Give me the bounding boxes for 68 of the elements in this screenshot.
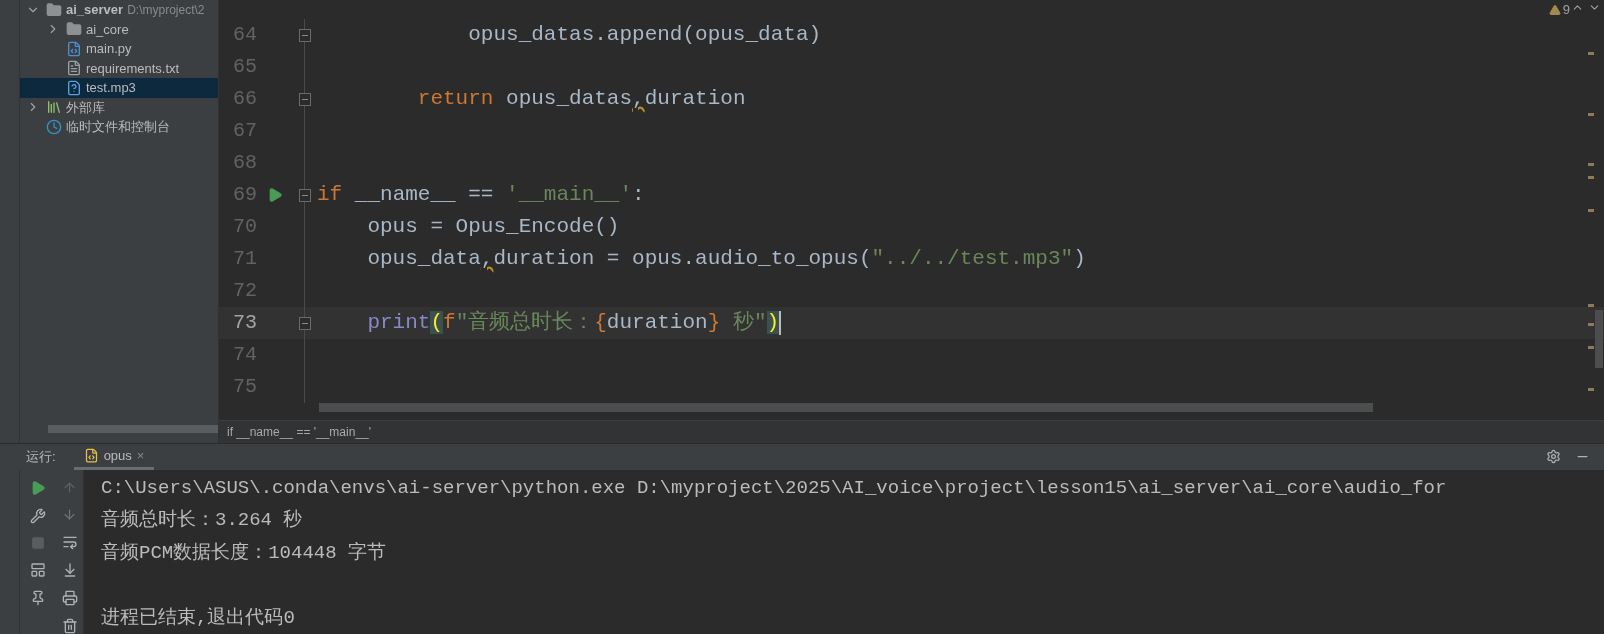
line-number: 66 [232, 86, 257, 112]
line-number: 74 [232, 342, 257, 368]
fold-icon[interactable] [299, 316, 311, 330]
fold-icon[interactable] [299, 92, 311, 106]
line-number: 65 [232, 54, 257, 80]
code-line: if __name__ == '__main__': [317, 182, 645, 209]
tree-item[interactable]: test.mp3 [20, 78, 218, 98]
line-number: 69 [232, 182, 257, 208]
console-line: C:\Users\ASUS\.conda\envs\ai-server\python.exe D:\myproject\2025\AI_voice\project\lesson15\ai_server\ai_core\audio_for [101, 475, 1448, 501]
python-file-icon [66, 40, 82, 57]
fold-icon[interactable] [299, 188, 311, 202]
code-line: opus_datas.append(opus_data) [467, 22, 822, 49]
line-number: 72 [232, 278, 257, 304]
run-icon[interactable] [267, 187, 283, 203]
code-line: opus_data,duration = opus.audio_to_opus("../../test.mp3") [366, 246, 1086, 273]
tree-item[interactable]: requirements.txt [20, 58, 218, 78]
line-number: 71 [232, 246, 257, 272]
console-line: 进程已结束,退出代码0 [101, 605, 296, 631]
settings-icon[interactable] [1546, 449, 1561, 465]
line-number: 67 [232, 118, 257, 144]
clock-icon [46, 118, 62, 135]
code-line: opus = Opus_Encode() [366, 214, 620, 241]
pin-icon[interactable] [30, 589, 46, 606]
console-line: 音频总时长：3.264 秒 [101, 508, 304, 533]
text-file-icon [66, 60, 82, 77]
close-tab[interactable]: × [136, 445, 145, 465]
warning-marker[interactable] [1588, 163, 1594, 166]
line-number: 75 [232, 374, 257, 400]
folder-icon [46, 1, 62, 18]
arrow-down-icon[interactable] [62, 506, 77, 522]
line-number: 70 [232, 214, 257, 240]
tree-item[interactable]: ai_server D:\myproject\2 [20, 0, 218, 20]
layout-icon[interactable] [30, 561, 46, 578]
library-icon [46, 99, 62, 116]
warning-marker[interactable] [1588, 346, 1594, 349]
warning-marker[interactable] [1588, 304, 1594, 307]
horizontal-scrollbar[interactable] [319, 403, 1373, 412]
unknown-file-icon [66, 79, 82, 96]
line-number: 73 [232, 310, 257, 336]
console-line: 音频PCM数据长度：104448 字节 [101, 540, 388, 566]
warning-marker[interactable] [1588, 113, 1594, 116]
code-line: print(f"音频总时长：{duration} 秒") [366, 309, 780, 337]
fold-icon[interactable] [299, 28, 311, 42]
text-caret [779, 311, 782, 335]
line-number: 64 [232, 22, 257, 48]
scrollbar[interactable] [48, 425, 218, 433]
warning-icon [1548, 3, 1561, 16]
panel-label: 运行: [26, 448, 56, 466]
scrollbar-thumb[interactable] [1595, 310, 1603, 368]
run-icon[interactable] [30, 479, 46, 496]
breadcrumb[interactable]: if __name__ == '__main__' [227, 423, 372, 441]
warning-marker[interactable] [1588, 388, 1594, 391]
folder-icon [66, 21, 82, 38]
warning-marker[interactable] [1588, 176, 1594, 179]
wrench-icon[interactable] [30, 507, 46, 524]
tree-item[interactable]: main.py [20, 39, 218, 59]
line-number: 68 [232, 150, 257, 176]
warning-marker[interactable] [1588, 209, 1594, 212]
print-icon[interactable] [61, 589, 78, 606]
tree-item[interactable]: ai_core [20, 19, 218, 39]
python-icon [83, 447, 99, 463]
trash-icon[interactable] [61, 617, 78, 634]
warning-marker[interactable] [1588, 323, 1594, 326]
warning-marker[interactable] [1588, 52, 1594, 55]
code-line: return opus_datas,duration [416, 86, 746, 113]
warning-counter[interactable]: 9 [1548, 0, 1570, 20]
tree-item[interactable]: 临时文件和控制台 [20, 117, 218, 137]
tree-item[interactable]: 外部库 [20, 97, 218, 117]
